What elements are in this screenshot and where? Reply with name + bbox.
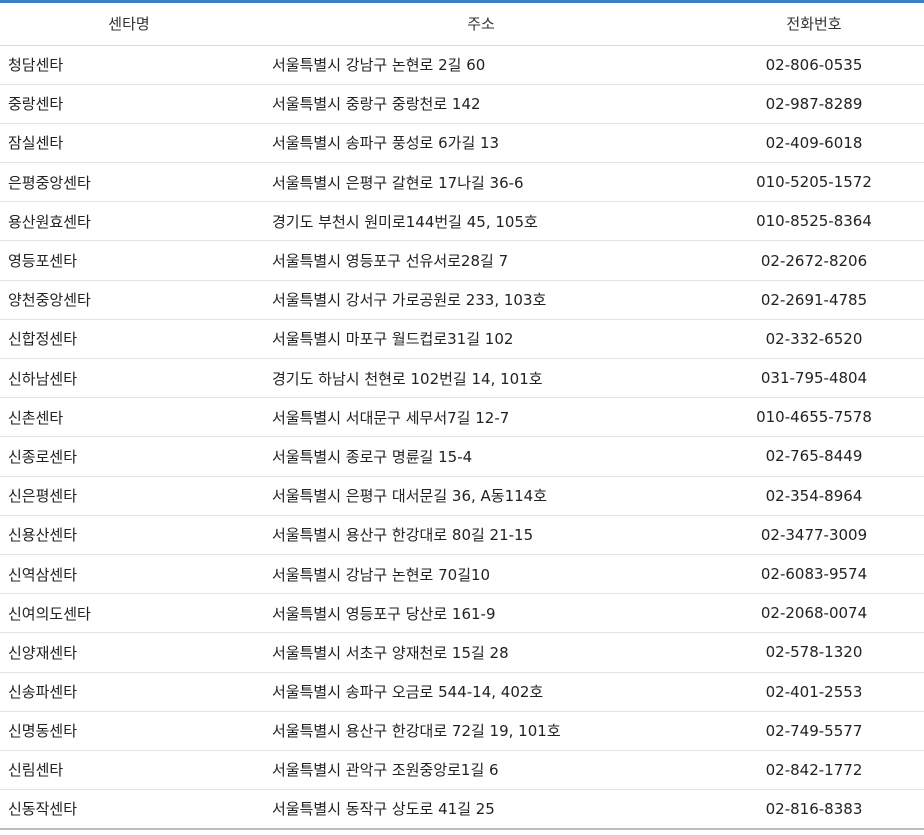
center-phone: 031-795-4804 [704,358,924,399]
table-row: 신용산센타 서울특별시 용산구 한강대로 80길 21-15 02-3477-300… [0,515,924,555]
center-name: 신여의도센타 [0,593,258,634]
table-row: 신합정센타 서울특별시 마포구 월드컵로31길 102 02-332-6520 [0,319,924,360]
center-phone: 02-409-6018 [704,123,924,164]
center-phone: 02-749-5577 [704,711,924,751]
center-name: 잠실센타 [0,123,258,164]
table-row: 청담센타 서울특별시 강남구 논현로 2길 60 02-806-0535 [0,45,924,85]
center-phone: 02-332-6520 [704,319,924,360]
table-row: 중랑센타 서울특별시 중랑구 중랑천로 142 02-987-8289 [0,84,924,124]
center-phone: 02-987-8289 [704,84,924,124]
center-address: 서울특별시 용산구 한강대로 72길 19, 101호 [258,711,704,751]
center-phone: 02-765-8449 [704,436,924,477]
table-row: 신은평센타 서울특별시 은평구 대서문길 36, A동114호 02-354-896… [0,476,924,516]
center-address: 서울특별시 마포구 월드컵로31길 102 [258,319,704,360]
center-address: 경기도 하남시 천현로 102번길 14, 101호 [258,358,704,399]
center-phone: 02-578-1320 [704,632,924,673]
center-name: 청담센타 [0,45,258,85]
table-row: 신촌센타 서울특별시 서대문구 세무서7길 12-7 010-4655-7578 [0,397,924,438]
center-name: 신촌센타 [0,397,258,438]
center-name: 중랑센타 [0,84,258,124]
table-row: 용산원효센타 경기도 부천시 원미로144번길 45, 105호 010-8525-… [0,201,924,242]
table-body: 청담센타 서울특별시 강남구 논현로 2길 60 02-806-0535 중랑센타 서… [0,45,924,830]
table-row: 신송파센타 서울특별시 송파구 오금로 544-14, 402호 02-401-25… [0,672,924,712]
center-phone: 02-806-0535 [704,45,924,85]
center-phone: 02-3477-3009 [704,515,924,555]
center-name: 신용산센타 [0,515,258,555]
table-row: 신종로센타 서울특별시 종로구 명륜길 15-4 02-765-8449 [0,436,924,477]
center-phone: 02-816-8383 [704,789,924,830]
center-name: 신하남센타 [0,358,258,399]
table-row: 잠실센타 서울특별시 송파구 풍성로 6가길 13 02-409-6018 [0,123,924,164]
center-address: 서울특별시 관악구 조원중앙로1길 6 [258,750,704,791]
center-name: 신동작센타 [0,789,258,830]
table-row: 신림센타 서울특별시 관악구 조원중앙로1길 6 02-842-1772 [0,750,924,791]
center-name: 신합정센타 [0,319,258,360]
header-phone: 전화번호 [704,3,924,46]
center-name: 용산원효센타 [0,201,258,242]
center-address: 서울특별시 강남구 논현로 2길 60 [258,45,704,85]
center-address: 서울특별시 영등포구 선유서로28길 7 [258,240,704,281]
center-address: 서울특별시 중랑구 중랑천로 142 [258,84,704,124]
center-name: 신양재센타 [0,632,258,673]
center-name: 신림센타 [0,750,258,791]
center-phone: 02-6083-9574 [704,554,924,595]
center-address: 서울특별시 은평구 대서문길 36, A동114호 [258,476,704,516]
center-address: 서울특별시 강남구 논현로 70길10 [258,554,704,595]
center-phone: 02-842-1772 [704,750,924,791]
center-address: 서울특별시 강서구 가로공원로 233, 103호 [258,280,704,320]
table-row: 신명동센타 서울특별시 용산구 한강대로 72길 19, 101호 02-749-5… [0,711,924,751]
center-phone: 02-354-8964 [704,476,924,516]
center-name: 신역삼센타 [0,554,258,595]
center-name: 양천중앙센타 [0,280,258,320]
table-row: 영등포센타 서울특별시 영등포구 선유서로28길 7 02-2672-8206 [0,240,924,281]
table-row: 신동작센타 서울특별시 동작구 상도로 41길 25 02-816-8383 [0,789,924,830]
center-name: 신은평센타 [0,476,258,516]
center-address: 서울특별시 용산구 한강대로 80길 21-15 [258,515,704,555]
center-address: 서울특별시 송파구 풍성로 6가길 13 [258,123,704,164]
center-name: 신명동센타 [0,711,258,751]
table-row: 신하남센타 경기도 하남시 천현로 102번길 14, 101호 031-795-4… [0,358,924,399]
table-row: 신여의도센타 서울특별시 영등포구 당산로 161-9 02-2068-0074 [0,593,924,634]
header-row: 센타명 주소 전화번호 [0,3,924,46]
table-row: 양천중앙센타 서울특별시 강서구 가로공원로 233, 103호 02-2691-4… [0,280,924,320]
header-address: 주소 [258,3,704,46]
center-address: 서울특별시 동작구 상도로 41길 25 [258,789,704,830]
center-name: 신송파센타 [0,672,258,712]
table-row: 은평중앙센타 서울특별시 은평구 갈현로 17나길 36-6 010-5205-15… [0,162,924,203]
center-address: 서울특별시 은평구 갈현로 17나길 36-6 [258,162,704,203]
table-header: 센타명 주소 전화번호 [0,3,924,46]
center-phone: 02-401-2553 [704,672,924,712]
header-center-name: 센타명 [0,3,258,46]
center-name: 은평중앙센타 [0,162,258,203]
table-row: 신역삼센타 서울특별시 강남구 논현로 70길10 02-6083-9574 [0,554,924,595]
table-row: 신양재센타 서울특별시 서초구 양재천로 15길 28 02-578-1320 [0,632,924,673]
center-phone: 02-2691-4785 [704,280,924,320]
center-address: 경기도 부천시 원미로144번길 45, 105호 [258,201,704,242]
center-phone: 010-4655-7578 [704,397,924,438]
center-phone: 010-5205-1572 [704,162,924,203]
center-address: 서울특별시 서대문구 세무서7길 12-7 [258,397,704,438]
center-phone: 02-2068-0074 [704,593,924,634]
center-address: 서울특별시 종로구 명륜길 15-4 [258,436,704,477]
center-table: 센타명 주소 전화번호 청담센타 서울특별시 강남구 논현로 2길 60 02-80… [0,3,924,830]
center-list: 센타명 주소 전화번호 청담센타 서울특별시 강남구 논현로 2길 60 02-80… [0,0,924,835]
center-name: 영등포센타 [0,240,258,281]
center-phone: 010-8525-8364 [704,201,924,242]
center-address: 서울특별시 영등포구 당산로 161-9 [258,593,704,634]
center-address: 서울특별시 송파구 오금로 544-14, 402호 [258,672,704,712]
center-phone: 02-2672-8206 [704,240,924,281]
center-name: 신종로센타 [0,436,258,477]
center-address: 서울특별시 서초구 양재천로 15길 28 [258,632,704,673]
